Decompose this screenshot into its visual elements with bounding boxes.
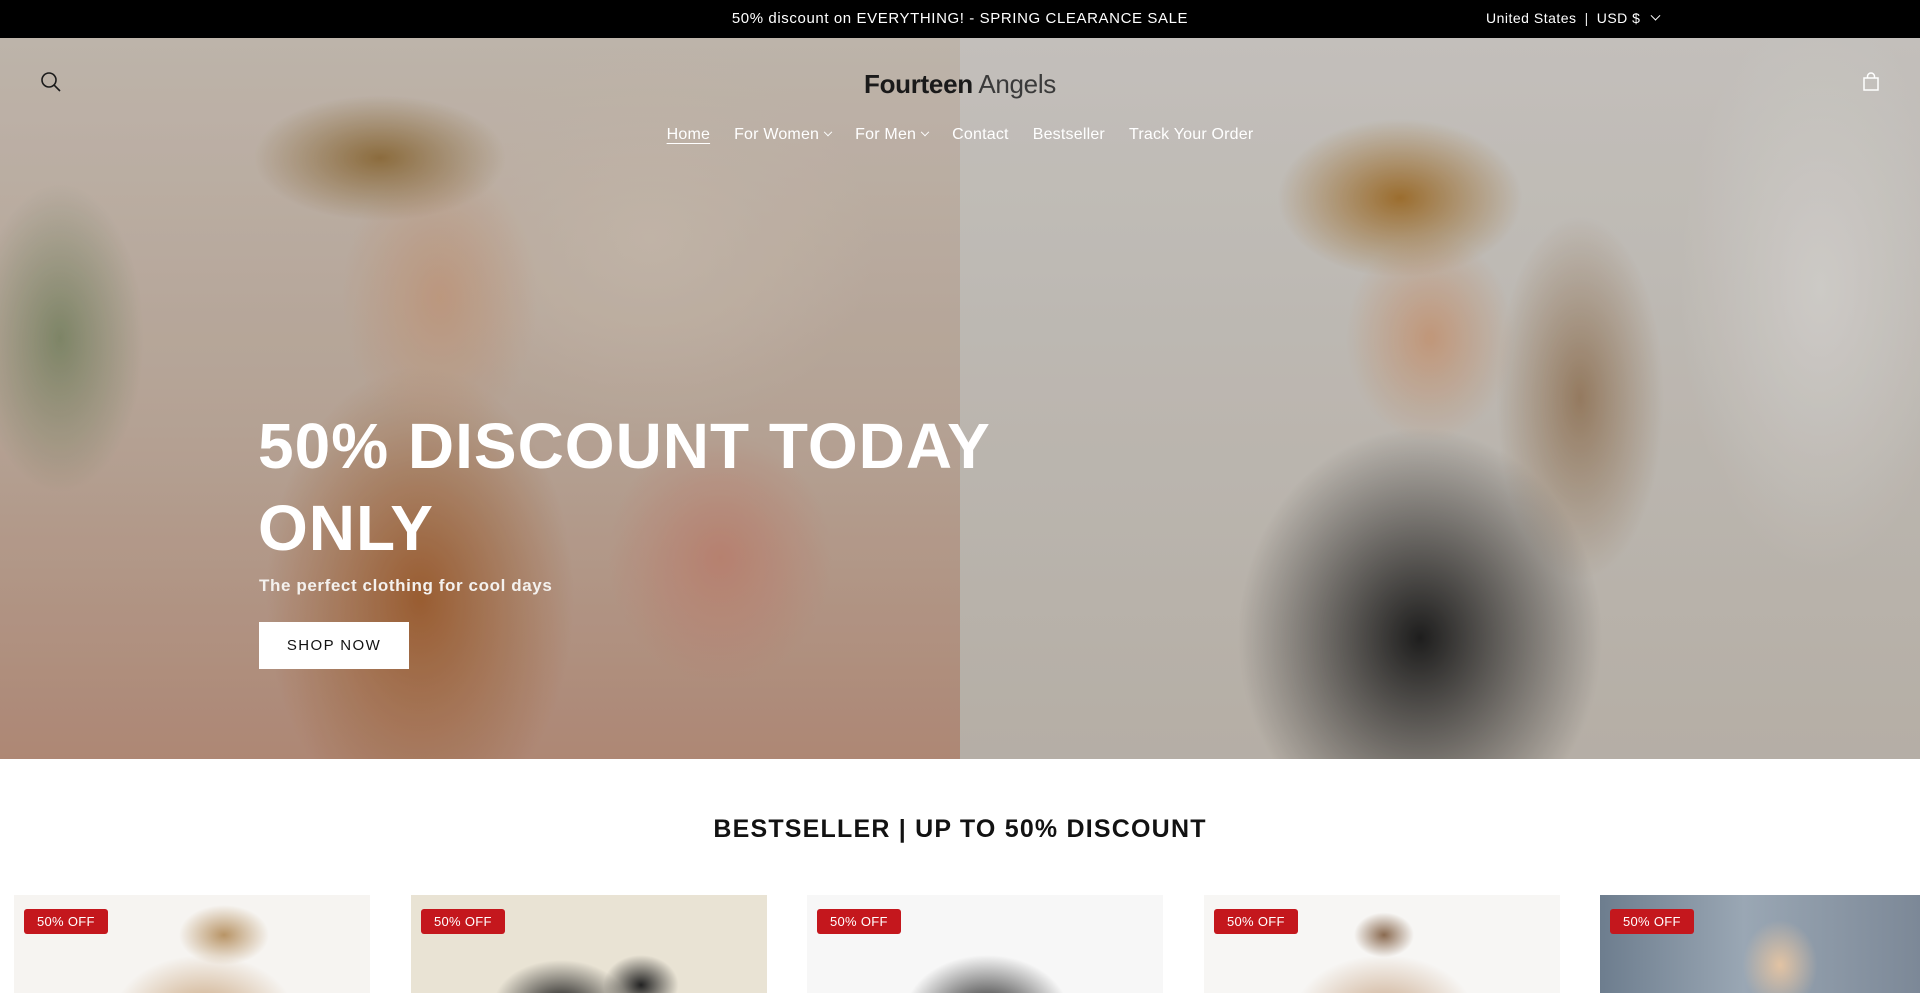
nav-item-for-men[interactable]: For Men bbox=[843, 126, 940, 144]
site-header: Fourteen Angels Home For Women For Men C… bbox=[0, 38, 1920, 158]
product-card[interactable]: 50% OFF bbox=[1600, 895, 1920, 993]
nav-item-home[interactable]: Home bbox=[655, 126, 722, 144]
chevron-down-icon bbox=[920, 127, 930, 137]
cart-icon bbox=[1863, 72, 1879, 91]
nav-item-bestseller[interactable]: Bestseller bbox=[1021, 126, 1117, 144]
discount-badge: 50% OFF bbox=[24, 909, 108, 934]
product-card[interactable]: 50% OFF bbox=[14, 895, 370, 993]
country-currency-selector[interactable]: United States | USD $ bbox=[1486, 10, 1661, 26]
discount-badge: 50% OFF bbox=[1610, 909, 1694, 934]
main-navigation: Home For Women For Men Contact Bestselle… bbox=[0, 126, 1920, 144]
discount-badge: 50% OFF bbox=[817, 909, 901, 934]
product-card[interactable]: 50% OFF bbox=[411, 895, 767, 993]
chevron-down-icon bbox=[1650, 10, 1661, 21]
nav-item-track-your-order[interactable]: Track Your Order bbox=[1117, 126, 1265, 144]
currency-label: USD $ bbox=[1596, 10, 1641, 26]
discount-badge: 50% OFF bbox=[1214, 909, 1298, 934]
product-card[interactable]: 50% OFF bbox=[1204, 895, 1560, 993]
hero-title: 50% DISCOUNT TODAY ONLY bbox=[258, 405, 1078, 569]
product-card[interactable]: 50% OFF bbox=[807, 895, 1163, 993]
nav-item-for-women[interactable]: For Women bbox=[722, 126, 843, 144]
shop-now-button[interactable]: SHOP NOW bbox=[259, 622, 409, 669]
cart-button[interactable] bbox=[1853, 64, 1889, 100]
chevron-down-icon bbox=[823, 127, 833, 137]
nav-item-contact[interactable]: Contact bbox=[940, 126, 1021, 144]
locale-separator: | bbox=[1584, 10, 1589, 26]
hero-title-line-2: ONLY bbox=[258, 492, 434, 564]
discount-badge: 50% OFF bbox=[421, 909, 505, 934]
logo-light-text: Angels bbox=[978, 69, 1057, 99]
site-logo[interactable]: Fourteen Angels bbox=[0, 69, 1920, 100]
country-label: United States bbox=[1486, 10, 1577, 26]
bestseller-section-title: BESTSELLER | UP TO 50% DISCOUNT bbox=[713, 815, 1207, 843]
hero-subtitle: The perfect clothing for cool days bbox=[259, 576, 553, 595]
announcement-bar: 50% discount on EVERYTHING! - SPRING CLE… bbox=[0, 0, 1920, 38]
hero-title-line-1: 50% DISCOUNT TODAY bbox=[258, 410, 991, 482]
logo-bold-text: Fourteen bbox=[863, 69, 973, 99]
